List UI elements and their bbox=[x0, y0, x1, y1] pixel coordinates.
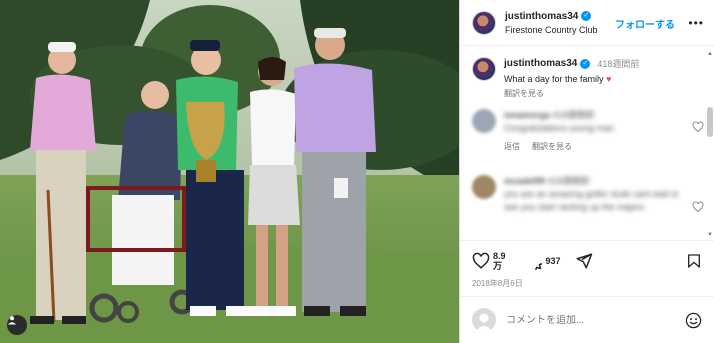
scroll-down-arrow-icon[interactable]: ▼ bbox=[707, 232, 713, 238]
like-heart-icon[interactable] bbox=[472, 252, 490, 270]
default-avatar-icon bbox=[475, 313, 493, 332]
scroll-up-arrow-icon[interactable]: ▲ bbox=[707, 51, 713, 57]
user-tag-icon[interactable] bbox=[7, 315, 27, 335]
comment-item: mnamorga 418週間前 Congratulations young ma… bbox=[472, 109, 704, 152]
person-man-purple bbox=[294, 28, 376, 316]
post-photo[interactable] bbox=[0, 0, 459, 343]
instagram-post-view: justinthomas34 ✓ Firestone Country Club … bbox=[0, 0, 714, 343]
reply-button[interactable]: 返信 bbox=[504, 141, 520, 152]
verified-badge-icon: ✓ bbox=[581, 11, 592, 21]
more-options-icon[interactable]: ••• bbox=[688, 16, 704, 30]
likes-count-unit: 万 bbox=[493, 261, 503, 271]
author-avatar[interactable] bbox=[472, 10, 496, 35]
commenter-avatar[interactable] bbox=[472, 109, 496, 133]
author-username[interactable]: justinthomas34 bbox=[505, 11, 578, 22]
comment-time: 418週間前 bbox=[552, 110, 595, 120]
current-user-avatar bbox=[472, 308, 496, 332]
commenter-username[interactable]: mnamorga bbox=[504, 110, 550, 120]
red-heart-emoji-icon: ♥ bbox=[606, 74, 612, 84]
caption-avatar[interactable] bbox=[472, 57, 496, 81]
comment-translate-link[interactable]: 翻訳を見る bbox=[532, 141, 572, 152]
comment-time: 418週間前 bbox=[547, 176, 590, 186]
post-date: 2018年8月6日 bbox=[472, 279, 523, 288]
post-actions: 8.9 万 937 2018年8月6日 bbox=[460, 240, 714, 295]
post-location[interactable]: Firestone Country Club bbox=[505, 25, 598, 35]
likes-count-number: 8.9 bbox=[493, 251, 506, 261]
caption-time: 418週間前 bbox=[597, 59, 640, 69]
comment-text: Congratulations young man bbox=[504, 123, 615, 133]
verified-badge-icon: ✓ bbox=[580, 58, 591, 69]
post-caption: justinthomas34 ✓ 418週間前 What a day for t… bbox=[472, 57, 702, 99]
comment-like-heart-icon[interactable] bbox=[692, 201, 704, 213]
comment-text: you are an amazing golfer dude cant wait… bbox=[504, 189, 679, 212]
comments-list: justinthomas34 ✓ 418週間前 What a day for t… bbox=[460, 47, 714, 240]
photo-illustration bbox=[0, 0, 459, 343]
comment-item: mcadel99 418週間前 you are an amazing golfe… bbox=[472, 175, 704, 214]
likes-count[interactable]: 8.9 万 bbox=[493, 251, 506, 271]
bookmark-icon[interactable] bbox=[686, 252, 702, 270]
post-side-panel: justinthomas34 ✓ Firestone Country Club … bbox=[459, 0, 714, 343]
post-header: justinthomas34 ✓ Firestone Country Club … bbox=[460, 0, 714, 46]
add-comment-bar bbox=[460, 296, 714, 343]
commenter-username[interactable]: mcadel99 bbox=[504, 176, 545, 186]
caption-username[interactable]: justinthomas34 bbox=[504, 58, 577, 69]
emoji-smile-icon[interactable] bbox=[685, 312, 702, 329]
caption-text-body: What a day for the family bbox=[504, 74, 604, 84]
commenter-avatar[interactable] bbox=[472, 175, 496, 199]
caption-text: What a day for the family ♥ bbox=[504, 74, 639, 84]
follow-button[interactable]: フォローする bbox=[615, 16, 675, 31]
comment-like-heart-icon[interactable] bbox=[692, 121, 704, 133]
comments-count[interactable]: 937 bbox=[546, 256, 561, 266]
comment-bubble-icon[interactable] bbox=[524, 252, 542, 270]
caption-translate-link[interactable]: 翻訳を見る bbox=[504, 88, 639, 99]
share-paper-plane-icon[interactable] bbox=[575, 252, 593, 270]
comments-scrollbar[interactable] bbox=[707, 107, 713, 137]
add-comment-input[interactable] bbox=[506, 314, 666, 326]
